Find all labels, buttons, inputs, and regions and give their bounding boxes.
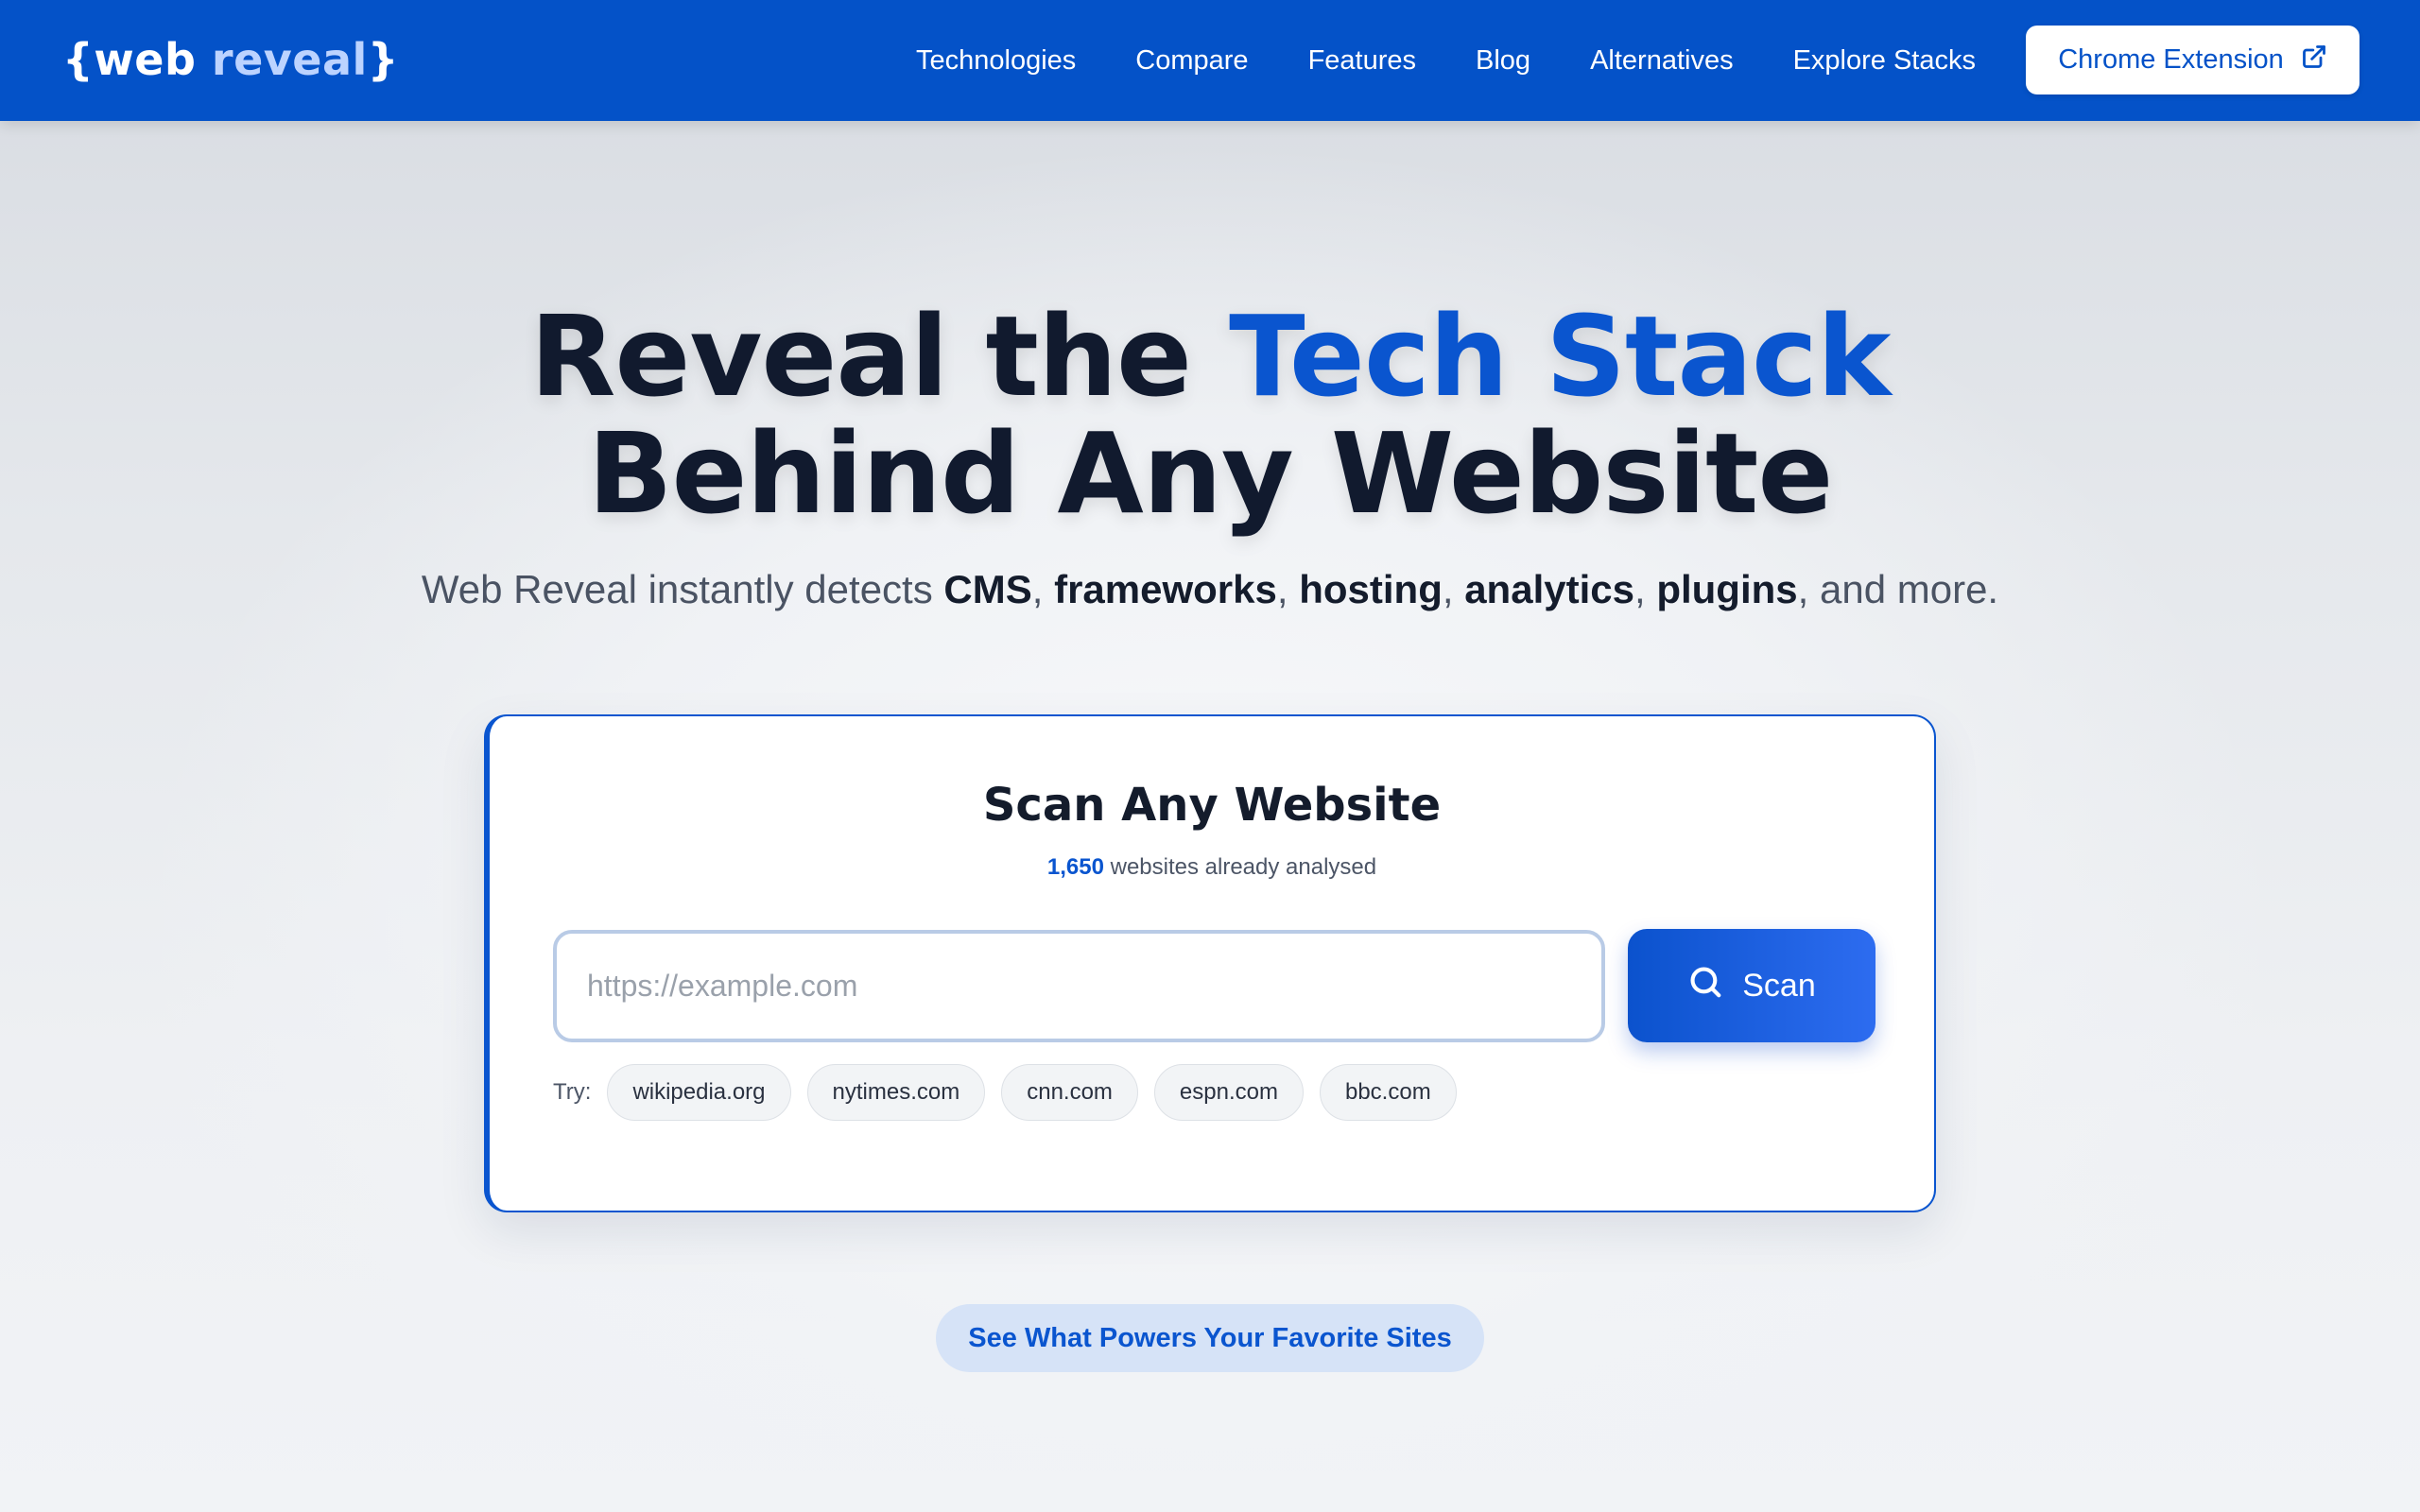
hero-subtitle: Web Reveal instantly detects CMS, framew… xyxy=(421,567,1999,611)
chrome-extension-button[interactable]: Chrome Extension xyxy=(2026,26,2360,94)
scan-card-title: Scan Any Website xyxy=(982,779,1442,832)
example-chip-wikipedia[interactable]: wikipedia.org xyxy=(607,1064,791,1121)
nav-compare[interactable]: Compare xyxy=(1135,45,1248,77)
favorite-sites-button[interactable]: See What Powers Your Favorite Sites xyxy=(936,1304,1484,1372)
example-chip-bbc[interactable]: bbc.com xyxy=(1319,1064,1457,1121)
scan-button[interactable]: Scan xyxy=(1628,929,1876,1042)
example-chip-espn[interactable]: espn.com xyxy=(1153,1064,1304,1121)
example-chip-nytimes[interactable]: nytimes.com xyxy=(806,1064,986,1121)
url-input[interactable] xyxy=(553,930,1605,1042)
scan-count-text: 1,650 websites already analysed xyxy=(1046,854,1377,880)
nav-features[interactable]: Features xyxy=(1308,45,1416,77)
nav-explore-stacks[interactable]: Explore Stacks xyxy=(1793,45,1976,77)
site-logo[interactable]: {web reveal} xyxy=(62,28,399,91)
search-icon xyxy=(1687,964,1723,1008)
hero-headline: Reveal the Tech Stack Behind Any Website xyxy=(529,291,1892,539)
nav-alternatives[interactable]: Alternatives xyxy=(1590,45,1734,77)
scan-button-label: Scan xyxy=(1742,967,1816,1004)
external-link-icon xyxy=(2301,43,2327,77)
example-chip-cnn[interactable]: cnn.com xyxy=(1001,1064,1138,1121)
scan-card: Scan Any Website 1,650 websites already … xyxy=(484,714,1936,1212)
nav-technologies[interactable]: Technologies xyxy=(916,45,1076,77)
example-sites: Try: wikipedia.org nytimes.com cnn.com e… xyxy=(553,1064,1457,1121)
site-header: {web reveal} Technologies Compare Featur… xyxy=(0,0,2420,121)
scan-count: 1,650 xyxy=(1046,854,1104,880)
try-label: Try: xyxy=(553,1079,592,1105)
main-nav: Technologies Compare Features Blog Alter… xyxy=(916,0,1976,121)
chrome-extension-label: Chrome Extension xyxy=(2058,44,2284,75)
headline-highlight: Tech Stack xyxy=(1229,291,1891,421)
nav-blog[interactable]: Blog xyxy=(1476,45,1530,77)
